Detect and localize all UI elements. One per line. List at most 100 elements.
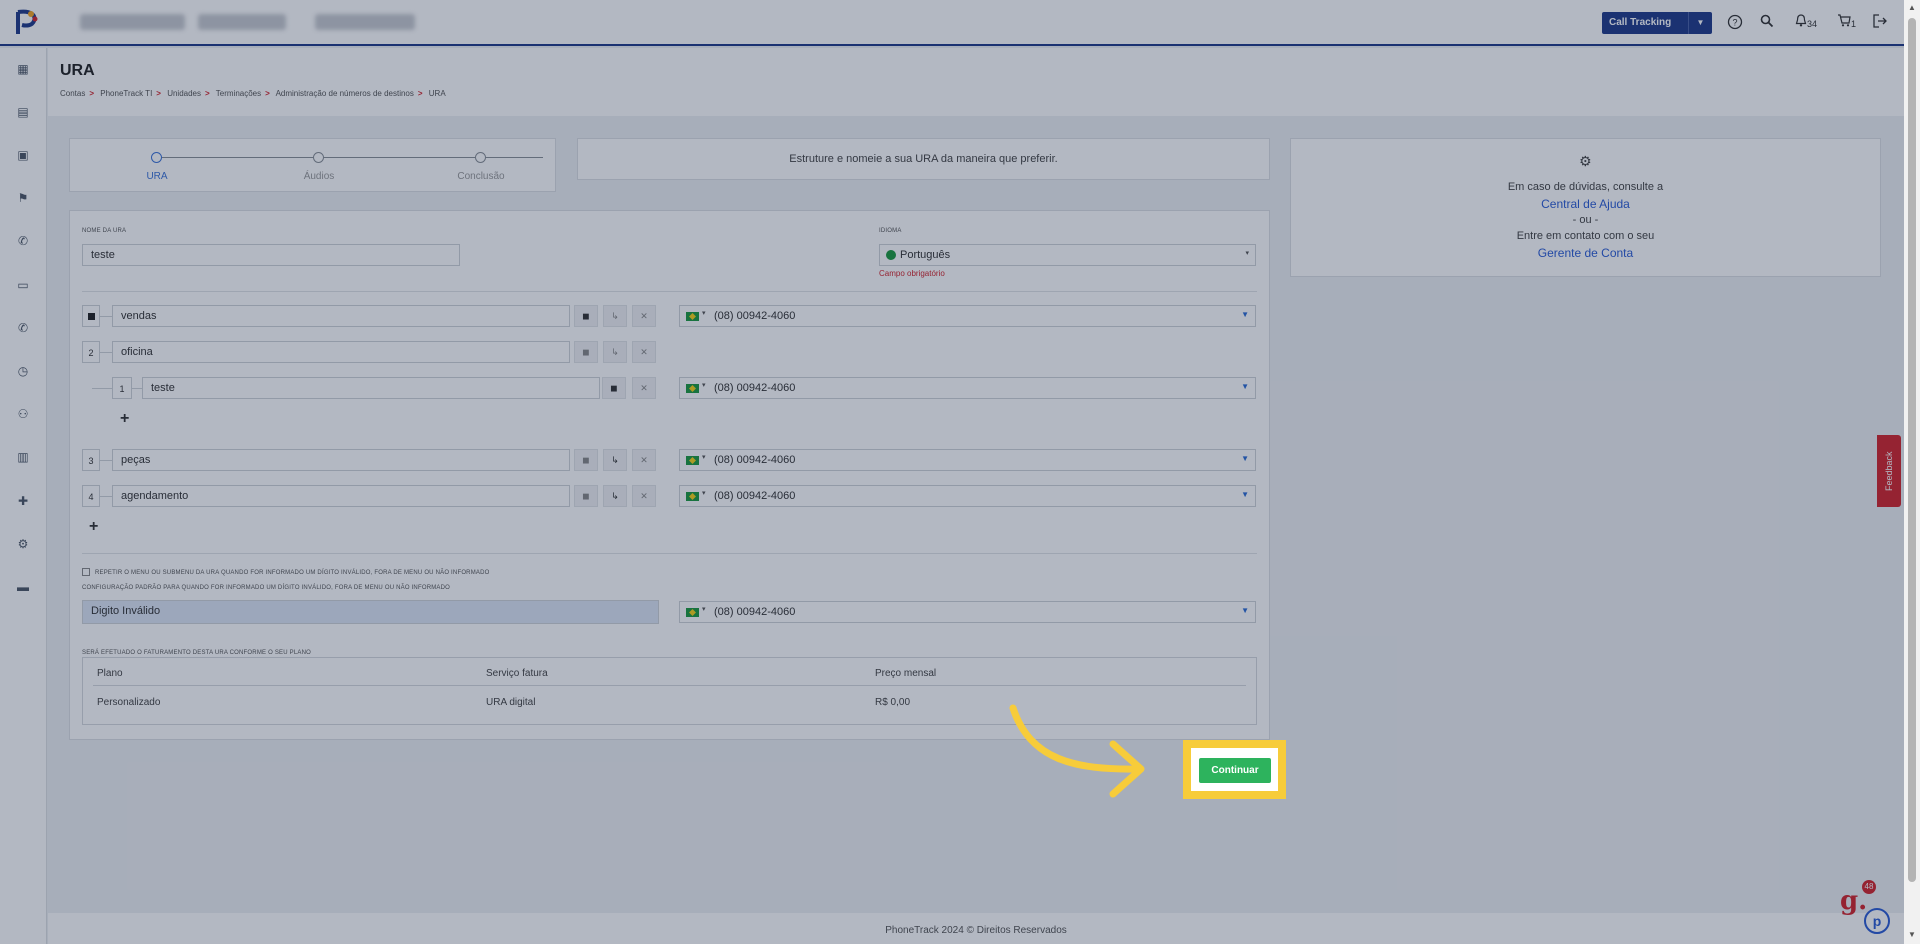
support-chat-icon[interactable]: p: [1864, 908, 1890, 934]
repeat-menu-checkbox[interactable]: [82, 568, 90, 576]
page-title: URA: [60, 62, 95, 79]
step-audios-dot: [313, 152, 324, 163]
breadcrumb-item[interactable]: Contas: [60, 89, 85, 98]
menu-item-input[interactable]: peças: [112, 449, 570, 471]
table-cell: R$ 0,00: [875, 697, 911, 708]
breadcrumb-item[interactable]: Terminações: [216, 89, 261, 98]
chat-badge-count: 48: [1862, 880, 1876, 894]
menu-key-badge[interactable]: 2: [82, 341, 100, 363]
close-icon[interactable]: ✕: [632, 305, 656, 327]
column-header: Preço mensal: [875, 668, 937, 679]
scrollbar-thumb[interactable]: [1908, 18, 1916, 882]
phonetrack-logo-icon[interactable]: [14, 8, 40, 36]
building-icon[interactable]: ▤: [15, 104, 31, 120]
contact-card-icon[interactable]: ▭: [15, 277, 31, 293]
dashboard-icon[interactable]: ▦: [15, 61, 31, 77]
puzzle-icon[interactable]: ✚: [15, 493, 31, 509]
brazil-flag-icon: [686, 456, 699, 465]
billing-label: Será efetuado o faturamento desta URA co…: [82, 650, 311, 656]
help-card: ⚙ Em caso de dúvidas, consulte a Central…: [1290, 138, 1881, 277]
logout-icon[interactable]: [1873, 14, 1887, 32]
record-icon[interactable]: ◼: [574, 341, 598, 363]
breadcrumb-item[interactable]: Unidades: [167, 89, 201, 98]
record-icon[interactable]: ◼: [574, 305, 598, 327]
settings-icon[interactable]: ⚙: [15, 536, 31, 552]
menu-key-badge[interactable]: 3: [82, 449, 100, 471]
phone-select[interactable]: ▾ (08) 00942-4060 ▼: [679, 305, 1256, 327]
phone-select[interactable]: ▾ (08) 00942-4060 ▼: [679, 485, 1256, 507]
submenu-key-badge[interactable]: 1: [112, 377, 132, 399]
phone-select[interactable]: ▾ (08) 00942-4060 ▼: [679, 377, 1256, 399]
step-conclusao-dot: [475, 152, 486, 163]
bell-icon: [1795, 14, 1807, 27]
invalid-digit-input[interactable]: Digito Inválido: [82, 600, 659, 624]
breadcrumb-item[interactable]: Administração de números de destinos: [276, 89, 414, 98]
flag-icon[interactable]: ⚑: [15, 190, 31, 206]
scrollbar[interactable]: ▲ ▼: [1904, 0, 1920, 944]
phone-value: (08) 00942-4060: [714, 606, 796, 618]
language-select[interactable]: Português ▾: [879, 244, 1256, 266]
store-icon[interactable]: ▬: [15, 579, 31, 595]
blurred-nav-item: [315, 14, 415, 30]
submenu-icon[interactable]: ↳: [603, 305, 627, 327]
menu-key-badge[interactable]: [82, 305, 100, 327]
chevron-down-icon: ▼: [1241, 310, 1249, 319]
close-icon[interactable]: ✕: [632, 341, 656, 363]
help-icon[interactable]: ?: [1727, 14, 1743, 32]
chevron-down-icon: ▼: [1241, 490, 1249, 499]
menu-key-badge[interactable]: 4: [82, 485, 100, 507]
blurred-nav-item: [80, 14, 185, 30]
phone-select[interactable]: ▾ (08) 00942-4060 ▼: [679, 601, 1256, 623]
continue-button[interactable]: Continuar: [1199, 758, 1271, 783]
add-menu-item-button[interactable]: +: [89, 518, 98, 536]
page-header: URA Contas > PhoneTrack TI > Unidades > Ter…: [48, 48, 1904, 116]
submenu-icon[interactable]: ↳: [603, 449, 627, 471]
record-icon[interactable]: ◼: [574, 449, 598, 471]
breadcrumb-item[interactable]: PhoneTrack TI: [100, 89, 152, 98]
account-manager-link[interactable]: Gerente de Conta: [1538, 246, 1633, 260]
step-ura-label: URA: [146, 171, 168, 182]
call-tracking-dropdown[interactable]: Call Tracking ▼: [1602, 12, 1712, 34]
brazil-flag-icon: [686, 312, 699, 321]
briefcase-icon[interactable]: ▣: [15, 147, 31, 163]
step-conclusao-label: Conclusão: [457, 171, 505, 182]
gear-icon: ⚙: [1579, 153, 1592, 169]
library-icon[interactable]: ▥: [15, 449, 31, 465]
close-icon[interactable]: ✕: [632, 485, 656, 507]
ura-form: Nome da URA teste Idioma Português ▾ Cam…: [69, 210, 1270, 740]
default-config-label: Configuração padrão para quando for info…: [82, 585, 451, 591]
menu-item-input[interactable]: agendamento: [112, 485, 570, 507]
blurred-nav-item: [198, 14, 286, 30]
users-icon[interactable]: ⚇: [15, 406, 31, 422]
search-icon[interactable]: [1760, 14, 1774, 32]
breadcrumb-item: URA: [428, 89, 446, 98]
info-box: Estruture e nomeie a sua URA da maneira …: [577, 138, 1270, 180]
close-icon[interactable]: ✕: [632, 377, 656, 399]
feedback-tab[interactable]: Feedback: [1877, 435, 1901, 507]
phone-icon[interactable]: ✆: [15, 233, 31, 249]
pointer-arrow-icon: [1009, 704, 1145, 798]
phone-select[interactable]: ▾ (08) 00942-4060 ▼: [679, 449, 1256, 471]
close-icon[interactable]: ✕: [632, 449, 656, 471]
notifications-button[interactable]: 34: [1795, 14, 1817, 32]
phone-forward-icon[interactable]: ✆: [15, 320, 31, 336]
submenu-item-input[interactable]: teste: [142, 377, 600, 399]
help-center-link[interactable]: Central de Ajuda: [1541, 197, 1630, 211]
history-icon[interactable]: ◷: [15, 363, 31, 379]
breadcrumb: Contas > PhoneTrack TI > Unidades > Termina…: [60, 89, 446, 98]
menu-item-input[interactable]: oficina: [112, 341, 570, 363]
help-line2: Entre em contato com o seu: [1516, 230, 1655, 242]
phone-value: (08) 00942-4060: [714, 490, 796, 502]
menu-item-input[interactable]: vendas: [112, 305, 570, 327]
record-icon[interactable]: ◼: [574, 485, 598, 507]
footer: PhoneTrack 2024 © Direitos Reservados: [48, 913, 1904, 944]
record-icon[interactable]: ◼: [602, 377, 626, 399]
help-line1: Em caso de dúvidas, consulte a: [1507, 181, 1664, 193]
add-submenu-button[interactable]: +: [120, 410, 129, 428]
brazil-flag-icon: [886, 250, 896, 260]
ura-name-input[interactable]: teste: [82, 244, 460, 266]
submenu-icon[interactable]: ↳: [603, 485, 627, 507]
brazil-flag-icon: [686, 492, 699, 501]
cart-button[interactable]: 1: [1837, 14, 1856, 32]
submenu-icon[interactable]: ↳: [603, 341, 627, 363]
